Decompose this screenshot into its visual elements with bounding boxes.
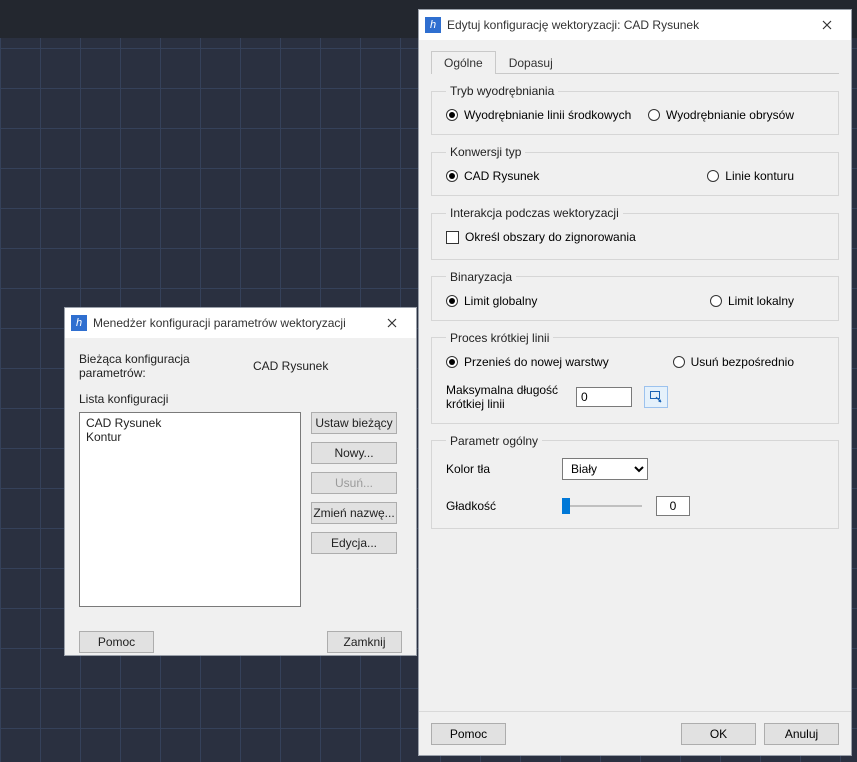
close-icon[interactable] <box>372 308 412 338</box>
pick-on-screen-button[interactable] <box>644 386 668 408</box>
current-config-value: CAD Rysunek <box>253 359 328 373</box>
close-button[interactable]: Zamknij <box>327 631 402 653</box>
tab-general[interactable]: Ogólne <box>431 51 496 74</box>
delete-button: Usuń... <box>311 472 397 494</box>
config-listbox[interactable]: CAD Rysunek Kontur <box>79 412 301 607</box>
checkbox-define-ignore-areas[interactable]: Określ obszary do zignorowania <box>446 230 636 244</box>
help-button[interactable]: Pomoc <box>79 631 154 653</box>
edit-button[interactable]: Edycja... <box>311 532 397 554</box>
help-button[interactable]: Pomoc <box>431 723 506 745</box>
set-current-button[interactable]: Ustaw bieżący <box>311 412 397 434</box>
app-icon: h <box>71 315 87 331</box>
radio-label: Limit globalny <box>464 294 537 308</box>
radio-label: Przenieś do nowej warstwy <box>464 355 609 369</box>
vectorization-manager-dialog: h Menedżer konfiguracji parametrów wekto… <box>64 307 417 656</box>
interaction-group: Interakcja podczas wektoryzacji Określ o… <box>431 206 839 260</box>
bg-color-select[interactable]: Biały <box>562 458 648 480</box>
group-legend: Parametr ogólny <box>446 434 542 448</box>
bg-color-label: Kolor tła <box>446 462 562 476</box>
dialog-button-bar: Pomoc OK Anuluj <box>419 711 851 755</box>
rename-button[interactable]: Zmień nazwę... <box>311 502 397 524</box>
radio-label: CAD Rysunek <box>464 169 539 183</box>
radio-label: Usuń bezpośrednio <box>691 355 794 369</box>
radio-centerlines[interactable]: Wyodrębnianie linii środkowych <box>446 108 631 122</box>
max-short-line-label: Maksymalna długość krótkiej linii <box>446 383 564 411</box>
radio-limit-local[interactable]: Limit lokalny <box>710 294 794 308</box>
group-legend: Tryb wyodrębniania <box>446 84 558 98</box>
current-config-label: Bieżąca konfiguracja parametrów: <box>79 352 253 380</box>
radio-outlines[interactable]: Wyodrębnianie obrysów <box>648 108 794 122</box>
binarization-group: Binaryzacja Limit globalny Limit lokalny <box>431 270 839 321</box>
radio-label: Limit lokalny <box>728 294 794 308</box>
group-legend: Binaryzacja <box>446 270 516 284</box>
group-legend: Konwersji typ <box>446 145 525 159</box>
titlebar-config[interactable]: h Edytuj konfigurację wektoryzacji: CAD … <box>419 10 851 40</box>
checkbox-label: Określ obszary do zignorowania <box>465 230 636 244</box>
general-params-group: Parametr ogólny Kolor tła Biały Gładkość <box>431 434 839 529</box>
extraction-mode-group: Tryb wyodrębniania Wyodrębnianie linii ś… <box>431 84 839 135</box>
radio-move-new-layer[interactable]: Przenieś do nowej warstwy <box>446 355 609 369</box>
radio-contour-lines[interactable]: Linie konturu <box>707 169 794 183</box>
max-short-line-input[interactable] <box>576 387 632 407</box>
radio-delete-directly[interactable]: Usuń bezpośrednio <box>673 355 794 369</box>
edit-vectorization-config-dialog: h Edytuj konfigurację wektoryzacji: CAD … <box>418 9 852 756</box>
close-icon[interactable] <box>807 10 847 40</box>
radio-label: Wyodrębnianie linii środkowych <box>464 108 631 122</box>
list-item[interactable]: Kontur <box>86 430 294 444</box>
app-icon: h <box>425 17 441 33</box>
titlebar-title: Menedżer konfiguracji parametrów wektory… <box>93 316 372 330</box>
smoothness-slider[interactable] <box>562 496 642 516</box>
group-legend: Interakcja podczas wektoryzacji <box>446 206 623 220</box>
conversion-type-group: Konwersji typ CAD Rysunek Linie konturu <box>431 145 839 196</box>
smoothness-value[interactable] <box>656 496 690 516</box>
short-line-group: Proces krótkiej linii Przenieś do nowej … <box>431 331 839 424</box>
radio-limit-global[interactable]: Limit globalny <box>446 294 537 308</box>
config-list-label: Lista konfiguracji <box>79 392 402 406</box>
titlebar-manager[interactable]: h Menedżer konfiguracji parametrów wekto… <box>65 308 416 338</box>
smoothness-label: Gładkość <box>446 499 562 513</box>
cancel-button[interactable]: Anuluj <box>764 723 839 745</box>
titlebar-title: Edytuj konfigurację wektoryzacji: CAD Ry… <box>447 18 807 32</box>
radio-cad-drawing[interactable]: CAD Rysunek <box>446 169 539 183</box>
tab-fit[interactable]: Dopasuj <box>496 51 566 74</box>
list-item[interactable]: CAD Rysunek <box>86 416 294 430</box>
ok-button[interactable]: OK <box>681 723 756 745</box>
radio-label: Wyodrębnianie obrysów <box>666 108 794 122</box>
radio-label: Linie konturu <box>725 169 794 183</box>
group-legend: Proces krótkiej linii <box>446 331 553 345</box>
tabstrip: Ogólne Dopasuj <box>431 50 839 74</box>
new-button[interactable]: Nowy... <box>311 442 397 464</box>
